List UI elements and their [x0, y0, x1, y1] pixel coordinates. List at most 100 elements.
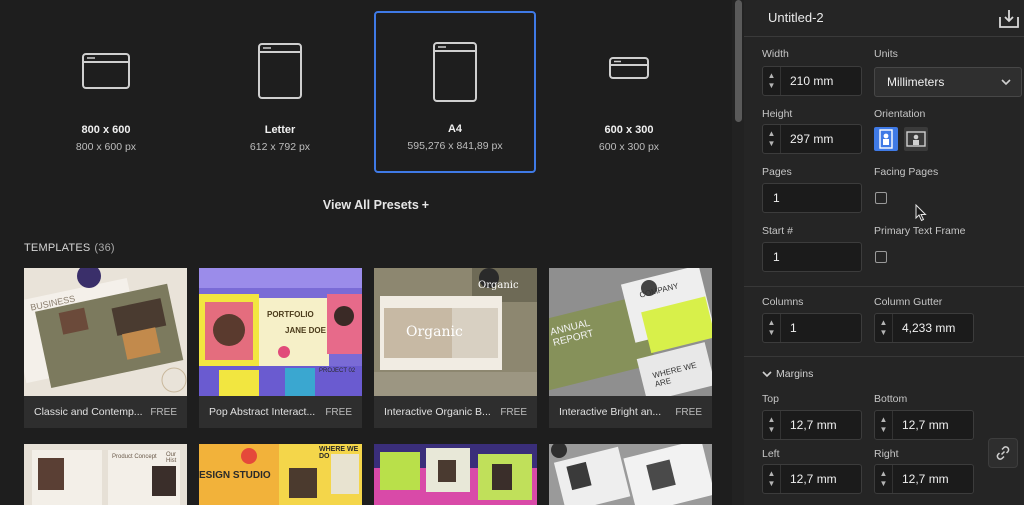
template-card-classic[interactable]: BUSINESS Classic and Contemp... FREE	[24, 268, 187, 428]
template-card-pop-abstract[interactable]: PORTFOLIO JANE DOE PROJECT 02 Pop Abstra…	[199, 268, 362, 428]
columns-stepper[interactable]: ▲ ▼	[763, 314, 781, 342]
chevron-up-icon[interactable]: ▲	[880, 318, 888, 328]
template-title: Pop Abstract Interact...	[209, 406, 316, 418]
scrollbar-thumb[interactable]	[735, 0, 742, 122]
margin-top-value[interactable]: 12,7 mm	[781, 418, 837, 432]
chevron-down-icon[interactable]: ▼	[768, 425, 776, 435]
template-caption: Interactive Organic B... FREE	[374, 396, 537, 428]
facing-pages-checkbox[interactable]	[875, 192, 887, 204]
portrait-orientation-button[interactable]	[874, 127, 898, 151]
pages-value[interactable]: 1	[763, 191, 780, 205]
chevron-down-icon[interactable]: ▼	[768, 81, 776, 91]
units-value: Millimeters	[887, 75, 945, 89]
free-badge: FREE	[500, 406, 527, 418]
section-divider	[744, 286, 1024, 287]
column-gutter-field[interactable]: ▲ ▼ 4,233 mm	[874, 313, 974, 343]
plus-icon: +	[421, 198, 430, 212]
preset-800x600[interactable]: 800 x 600 800 x 600 px	[26, 12, 186, 172]
preset-a4[interactable]: A4 595,276 x 841,89 px	[374, 11, 536, 173]
units-label: Units	[874, 48, 898, 60]
chevron-up-icon[interactable]: ▲	[768, 469, 776, 479]
margins-section-toggle[interactable]: Margins	[762, 368, 813, 380]
bottom-stepper[interactable]: ▲ ▼	[875, 411, 893, 439]
preset-letter[interactable]: Letter 612 x 792 px	[200, 12, 360, 172]
portrait-icon	[879, 129, 893, 149]
chevron-down-icon[interactable]: ▼	[768, 139, 776, 149]
units-select[interactable]: Millimeters	[874, 67, 1022, 97]
chevron-up-icon[interactable]: ▲	[768, 415, 776, 425]
section-divider	[744, 356, 1024, 357]
landscape-orientation-button[interactable]	[904, 127, 928, 151]
page-portrait-icon	[200, 42, 360, 100]
start-number-value[interactable]: 1	[763, 250, 780, 264]
chevron-down-icon[interactable]: ▼	[768, 328, 776, 338]
left-stepper[interactable]: ▲ ▼	[763, 465, 781, 493]
chevron-up-icon[interactable]: ▲	[880, 415, 888, 425]
chevron-down-icon[interactable]: ▼	[880, 425, 888, 435]
columns-field[interactable]: ▲ ▼ 1	[762, 313, 862, 343]
chevron-up-icon[interactable]: ▲	[880, 469, 888, 479]
width-field[interactable]: ▲ ▼ 210 mm	[762, 66, 862, 96]
right-stepper[interactable]: ▲ ▼	[875, 465, 893, 493]
template-card-bright[interactable]: ANNUAL REPORT COMPANY WHERE WE ARE Inter…	[549, 268, 712, 428]
gutter-stepper[interactable]: ▲ ▼	[875, 314, 893, 342]
chevron-up-icon[interactable]: ▲	[768, 71, 776, 81]
chevron-down-icon[interactable]: ▼	[768, 479, 776, 489]
view-all-presets-link[interactable]: View All Presets +	[0, 198, 752, 212]
template-card-row2-4[interactable]	[549, 444, 712, 505]
pages-field[interactable]: 1	[762, 183, 862, 213]
thumb-text: Organic	[406, 324, 463, 340]
preset-size: 612 x 792 px	[249, 141, 311, 153]
thumb-text: JANE DOE	[285, 326, 326, 335]
height-field[interactable]: ▲ ▼ 297 mm	[762, 124, 862, 154]
margin-top-field[interactable]: ▲ ▼ 12,7 mm	[762, 410, 862, 440]
width-stepper[interactable]: ▲ ▼	[763, 67, 781, 95]
scrollbar[interactable]	[732, 0, 744, 505]
link-margins-button[interactable]	[988, 438, 1018, 468]
web-page-icon	[26, 52, 186, 90]
height-label: Height	[762, 108, 793, 120]
margin-left-value[interactable]: 12,7 mm	[781, 472, 837, 486]
chevron-down-icon[interactable]: ▼	[880, 479, 888, 489]
save-preset-button[interactable]	[998, 9, 1020, 29]
free-badge: FREE	[675, 406, 702, 418]
landscape-icon	[906, 131, 926, 147]
columns-value[interactable]: 1	[781, 321, 797, 335]
top-stepper[interactable]: ▲ ▼	[763, 411, 781, 439]
margin-left-field[interactable]: ▲ ▼ 12,7 mm	[762, 464, 862, 494]
height-stepper[interactable]: ▲ ▼	[763, 125, 781, 153]
thumb-text: Organic	[478, 280, 519, 291]
template-card-row2-1[interactable]: Product Concept Our Hist	[24, 444, 187, 505]
start-number-field[interactable]: 1	[762, 242, 862, 272]
thumb-text: PROJECT 02	[319, 368, 356, 374]
mouse-cursor-icon	[915, 203, 927, 227]
width-value[interactable]: 210 mm	[781, 74, 833, 88]
chevron-up-icon[interactable]: ▲	[768, 129, 776, 139]
column-gutter-label: Column Gutter	[874, 296, 943, 308]
chevron-down-icon[interactable]: ▼	[880, 328, 888, 338]
chevron-up-icon[interactable]: ▲	[768, 318, 776, 328]
banner-icon	[549, 56, 709, 80]
template-caption: Classic and Contemp... FREE	[24, 396, 187, 428]
margin-bottom-field[interactable]: ▲ ▼ 12,7 mm	[874, 410, 974, 440]
height-value[interactable]: 297 mm	[781, 132, 833, 146]
preset-size: 800 x 600 px	[75, 141, 137, 153]
facing-pages-label: Facing Pages	[874, 166, 939, 178]
pages-label: Pages	[762, 166, 792, 178]
start-number-label: Start #	[762, 225, 793, 237]
template-card-row2-3[interactable]	[374, 444, 537, 505]
template-card-organic[interactable]: Organic Organic Interactive Organic B...…	[374, 268, 537, 428]
preset-name: 800 x 600	[81, 124, 131, 136]
margin-right-field[interactable]: ▲ ▼ 12,7 mm	[874, 464, 974, 494]
primary-text-frame-checkbox[interactable]	[875, 251, 887, 263]
preset-600x300[interactable]: 600 x 300 600 x 300 px	[549, 12, 709, 172]
template-thumbnail: PORTFOLIO JANE DOE PROJECT 02	[199, 268, 362, 396]
thumb-text: Product Concept	[112, 454, 157, 460]
margin-bottom-value[interactable]: 12,7 mm	[893, 418, 949, 432]
gutter-value[interactable]: 4,233 mm	[893, 321, 955, 335]
margin-right-value[interactable]: 12,7 mm	[893, 472, 949, 486]
document-title[interactable]: Untitled-2	[768, 10, 824, 25]
templates-count: (36)	[94, 242, 115, 254]
preset-name: 600 x 300	[604, 124, 654, 136]
template-card-row2-2[interactable]: ESIGN STUDIO WHERE WE DO	[199, 444, 362, 505]
